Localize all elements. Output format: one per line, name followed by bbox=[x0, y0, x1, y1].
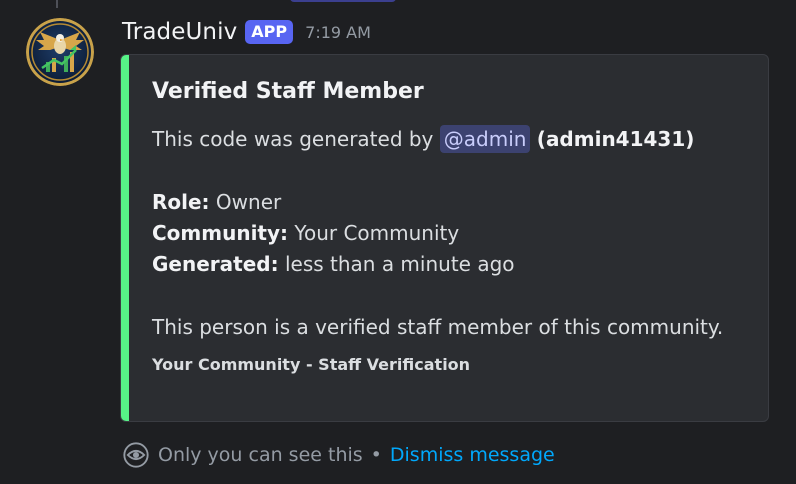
reply-thread-line bbox=[56, 0, 62, 8]
generated-by-text: This code was generated by bbox=[152, 127, 434, 151]
embed-footer: Your Community - Staff Verification bbox=[152, 355, 471, 374]
role-line: Role: Owner bbox=[152, 187, 748, 218]
role-value: Owner bbox=[215, 190, 282, 214]
username[interactable]: TradeUniv bbox=[122, 19, 237, 45]
app-badge: APP bbox=[245, 20, 294, 44]
message-header: TradeUniv APP 7:19 AM bbox=[122, 14, 371, 50]
username-paren: (admin41431) bbox=[536, 127, 695, 151]
ephemeral-text: Only you can see this bbox=[158, 444, 363, 466]
separator-dot: • bbox=[370, 444, 382, 466]
generated-value: less than a minute ago bbox=[284, 252, 515, 276]
embed-description: This person is a verified staff member o… bbox=[152, 315, 724, 339]
community-label: Community: bbox=[152, 221, 289, 245]
generated-line: Generated: less than a minute ago bbox=[152, 249, 748, 280]
eagle-trading-logo-icon bbox=[26, 18, 94, 86]
role-label: Role: bbox=[152, 190, 210, 214]
ephemeral-notice: Only you can see this • Dismiss message bbox=[122, 440, 555, 470]
user-mention[interactable]: @admin bbox=[439, 125, 531, 153]
avatar[interactable] bbox=[26, 18, 94, 86]
embed-card: Verified Staff Member This code was gene… bbox=[120, 54, 769, 422]
community-line: Community: Your Community bbox=[152, 218, 748, 249]
generated-label: Generated: bbox=[152, 252, 279, 276]
generated-by-line: This code was generated by @admin (admin… bbox=[152, 124, 748, 155]
timestamp[interactable]: 7:19 AM bbox=[305, 23, 371, 42]
eye-icon bbox=[123, 442, 149, 468]
dismiss-message-link[interactable]: Dismiss message bbox=[390, 444, 555, 466]
embed-body: Verified Staff Member This code was gene… bbox=[152, 79, 748, 374]
reply-preview[interactable] bbox=[290, 0, 396, 2]
community-value: Your Community bbox=[294, 221, 460, 245]
embed-accent-bar bbox=[121, 55, 129, 421]
embed-title: Verified Staff Member bbox=[152, 79, 424, 104]
